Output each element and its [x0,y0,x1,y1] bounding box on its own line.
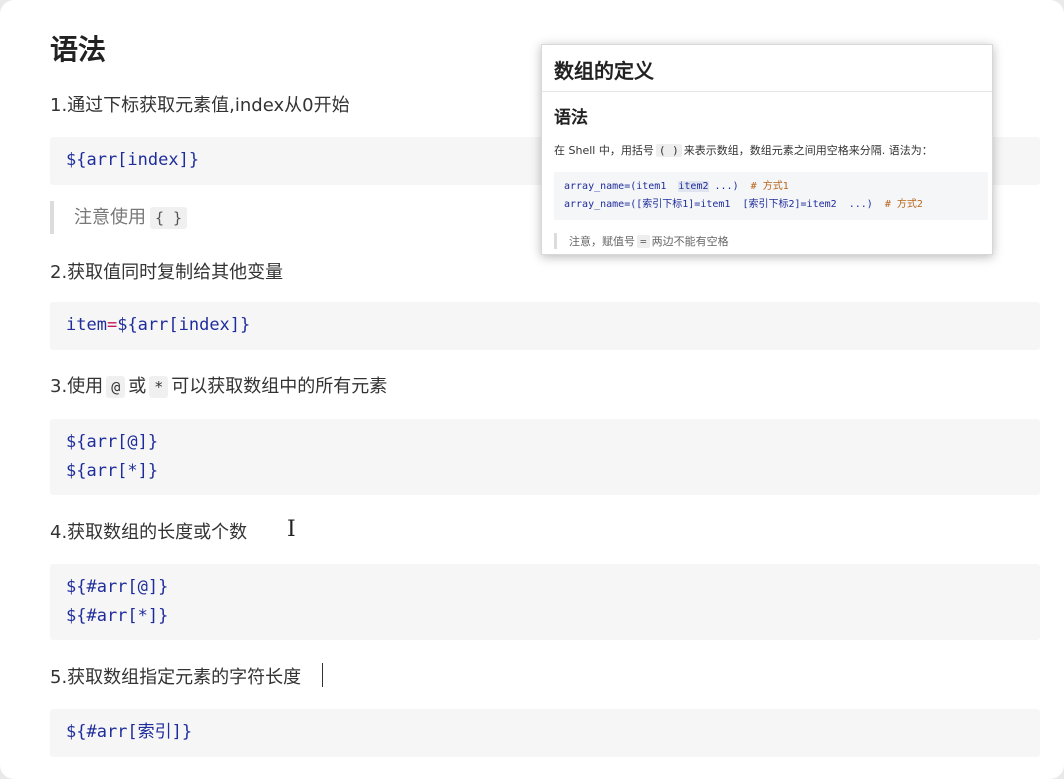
code-line: ${arr[@]} [66,432,159,452]
code-text: item=${arr[index]} [66,315,251,335]
text-caret [322,663,323,687]
description-text: 来表示数组，数组元素之间用空格来分隔. 语法为： [683,144,933,157]
code-line: ${#arr[*]} [66,606,169,626]
code-line: item=${arr[index]} [66,311,1040,340]
section-heading: 语法 [50,33,107,66]
assign-operator: = [106,315,118,335]
popup-description: 在 Shell 中，用括号( ) 来表示数组，数组元素之间用空格来分隔. 语法为： [554,142,933,158]
popup-subtitle: 语法 [554,108,588,128]
item-5-label: 5.获取数组指定元素的字符长度 [50,667,302,688]
code-text: array_name=([索引下标1]=item1 [索引下标2]=item2 … [564,199,885,210]
code-text: ...) [708,181,751,192]
item-2-label: 2.获取值同时复制给其他变量 [50,262,284,283]
code-comment: # 方式2 [884,199,923,210]
note-text: 注意，赋值号 [569,235,635,248]
code-highlight: item2 [678,181,709,192]
note-text: 两边不能有空格 [651,235,729,248]
preview-popup[interactable]: 数组的定义 语法 在 Shell 中，用括号( ) 来表示数组，数组元素之间用空格… [541,44,993,255]
item-4-label: 4.获取数组的长度或个数 [50,522,248,543]
popup-code-line-1: array_name=(item1 item2 ...) # 方式1 [564,178,978,196]
inline-code: = [637,235,650,248]
code-line: ${#arr[@]} [66,577,169,597]
item-3-code-block[interactable]: ${arr[@]} ${arr[*]} [50,419,1040,495]
description-text: 在 Shell 中，用括号 [554,144,654,157]
item-2-code-block[interactable]: item=${arr[index]} [50,302,1040,350]
code-line: ${arr[*]} [66,461,159,481]
popup-note: 注意，赋值号 = 两边不能有空格 [554,233,729,249]
inline-code: ( ) [655,144,682,157]
item-5-code-block[interactable]: ${#arr[索引]} [50,709,1040,757]
label-text: 可以获取数组中的所有元素 [171,376,388,397]
text-cursor-icon: I [287,517,296,542]
code-comment: # 方式1 [750,181,789,192]
code-line: ${#arr[索引]} [66,722,193,742]
inline-code: * [149,376,169,398]
popup-title: 数组的定义 [554,59,654,83]
note-text: 注意使用 [74,207,146,228]
document-page: 语法 1.通过下标获取元素值,index从0开始 ${arr[index]} 注… [0,0,1064,779]
code-text: array_name=(item1 [564,181,679,192]
note-quote: 注意使用{ } [50,201,188,234]
label-text: 3.使用 [50,376,104,397]
item-1-label: 1.通过下标获取元素值,index从0开始 [50,95,350,116]
popup-divider [542,91,992,92]
popup-code-line-2: array_name=([索引下标1]=item1 [索引下标2]=item2 … [564,196,978,214]
note-code: { } [150,207,188,229]
item-4-code-block[interactable]: ${#arr[@]} ${#arr[*]} [50,564,1040,640]
popup-code-block: array_name=(item1 item2 ...) # 方式1 array_… [554,172,988,220]
inline-code: @ [106,376,126,398]
label-text: 或 [128,376,147,397]
item-3-label: 3.使用 @ 或 * 可以获取数组中的所有元素 [50,372,387,398]
